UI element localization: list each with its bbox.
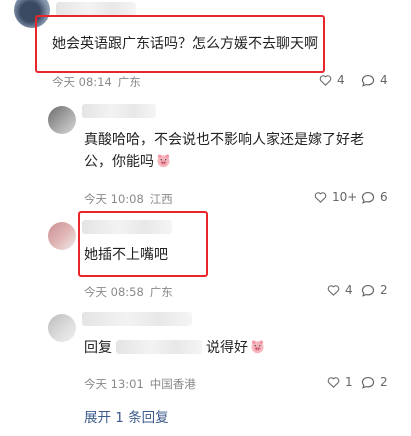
like-count: 4 [345, 283, 353, 297]
reply-count: 4 [380, 73, 388, 87]
like-button[interactable]: 1 [327, 375, 353, 389]
comment-text-line: 真酸哈哈，不会说也不影响人家还是嫁了好老 [84, 132, 364, 148]
expand-replies-link[interactable]: 展开 1 条回复 [84, 406, 169, 426]
comment-time: 今天 08:58 [84, 285, 144, 299]
reply-button[interactable]: 2 [361, 375, 388, 389]
comment-location: 广东 [149, 285, 173, 299]
reply-count: 6 [380, 190, 388, 204]
username-blurred[interactable] [82, 104, 156, 118]
reply-count: 2 [380, 375, 388, 389]
like-button[interactable]: 4 [327, 283, 353, 297]
reply-button[interactable]: 6 [361, 190, 388, 204]
mention-blurred[interactable] [116, 340, 202, 354]
comment-bubble-icon [361, 284, 375, 297]
username-blurred[interactable] [82, 312, 192, 326]
heart-icon [327, 285, 340, 296]
comment-location: 江西 [149, 192, 173, 206]
pig-emoji-icon [251, 340, 264, 354]
comment-bubble-icon [361, 191, 375, 204]
pig-emoji-icon [157, 154, 170, 168]
like-count: 10+ [332, 190, 358, 204]
like-button[interactable]: 4 [319, 73, 345, 87]
comment-location: 中国香港 [149, 377, 196, 391]
like-count: 1 [345, 375, 353, 389]
avatar[interactable] [48, 314, 76, 342]
comment-time: 今天 10:08 [84, 192, 144, 206]
heart-icon [314, 192, 327, 203]
heart-icon [319, 75, 332, 86]
comment-text-tail: 公，你能吗 [84, 154, 154, 170]
comment-time: 今天 13:01 [84, 377, 144, 391]
reply-text: 回复 说得好 [84, 336, 265, 360]
comment-text: 她插不上嘴吧 [84, 247, 168, 263]
heart-icon [327, 377, 340, 388]
comment-meta: 今天 08:14 广东 [52, 74, 141, 90]
comment-text: 她会英语跟广东话吗？怎么方媛不去聊天啊 [52, 36, 318, 52]
reply-button[interactable]: 4 [361, 73, 388, 87]
comment-location: 广东 [117, 75, 141, 89]
comment-meta: 今天 13:01 中国香港 [84, 376, 196, 392]
reply-button[interactable]: 2 [361, 283, 388, 297]
comment-meta: 今天 08:58 广东 [84, 284, 173, 300]
avatar[interactable] [48, 106, 76, 134]
reply-count: 2 [380, 283, 388, 297]
comment-meta: 今天 10:08 江西 [84, 191, 173, 207]
like-button[interactable]: 10+ [314, 190, 357, 204]
reply-suffix: 说得好 [206, 340, 248, 356]
like-count: 4 [337, 73, 345, 87]
reply-prefix: 回复 [84, 340, 112, 356]
comment-text-line: 公，你能吗 [84, 150, 171, 174]
username-blurred[interactable] [56, 2, 136, 16]
avatar[interactable] [48, 222, 76, 250]
comment-bubble-icon [361, 376, 375, 389]
comment-time: 今天 08:14 [52, 75, 112, 89]
comment-bubble-icon [361, 74, 375, 87]
